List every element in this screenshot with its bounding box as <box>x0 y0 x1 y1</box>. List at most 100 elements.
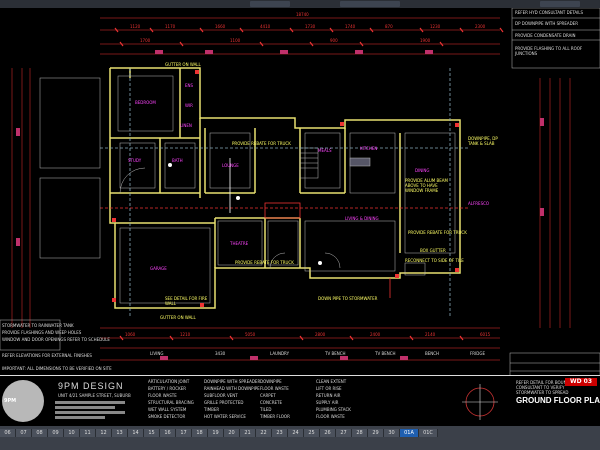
legend-item: SMOKE DETECTOR <box>148 414 186 419</box>
annotation-note: PROVIDE ALUM BEAM ABOVE TO HAVE WINDOW F… <box>405 178 448 193</box>
legend-item: BATTERY / ROCKER <box>148 386 187 391</box>
layout-tab[interactable]: 24 <box>288 429 304 437</box>
dimension-label: 1060 <box>125 332 136 337</box>
layout-tab-active[interactable]: 01A <box>400 429 419 437</box>
legend-item: SUPPLY AIR <box>316 400 339 405</box>
layout-tab[interactable]: 07 <box>16 429 32 437</box>
room-label-lounge: LOUNGE <box>222 163 239 168</box>
layout-tab[interactable]: 01C <box>419 429 438 437</box>
layout-tab[interactable]: 21 <box>240 429 256 437</box>
annotation-note: GUTTER ON WALL <box>165 62 201 67</box>
layout-tab[interactable]: 06 <box>0 429 16 437</box>
north-arrow-icon <box>462 384 498 420</box>
legend-item: ARTICULATION JOINT <box>148 379 190 384</box>
layout-tab[interactable]: 26 <box>320 429 336 437</box>
layout-tab[interactable]: 13 <box>112 429 128 437</box>
dimension-label: 900 <box>330 38 338 43</box>
room-label-meals: MEALS <box>318 148 332 153</box>
layout-tab[interactable]: 22 <box>256 429 272 437</box>
room-label-ens: ENS <box>185 83 194 88</box>
dimension-label: 1700 <box>140 38 151 43</box>
annotation-note: DOWN PIPE TO STORMWATER <box>318 296 378 301</box>
room-label-alfresco: ALFRESCO <box>468 201 490 206</box>
annotation-note: DOWNPIPE, DP TANK & SLAB <box>468 136 498 146</box>
dimension-label: 1740 <box>345 24 356 29</box>
layout-tab[interactable]: 08 <box>32 429 48 437</box>
annotation-note: PROVIDE REBATE FOR TRUCK <box>232 141 291 146</box>
annotation-note: PROVIDE REBATE FOR TRUCK <box>235 260 294 265</box>
dimension-label: 1120 <box>130 24 141 29</box>
room-label-garage: GARAGE <box>150 266 167 271</box>
legend-item: PLUMBING STACK <box>316 407 351 412</box>
legend-item: TIMBER <box>204 407 220 412</box>
legend-item: CARPET <box>260 393 276 398</box>
room-label-bedroom: BEDROOM <box>135 100 156 105</box>
layout-tab[interactable]: 17 <box>176 429 192 437</box>
dimension-label: 1900 <box>420 38 431 43</box>
dimension-label: 1170 <box>165 24 176 29</box>
room-label-wir: WIR <box>185 103 193 108</box>
annotation-note: GUTTER ON WALL <box>160 315 196 320</box>
side-note: REFER ELEVATIONS FOR EXTERNAL FINISHES <box>2 353 92 358</box>
overall-dimension: 18740 <box>296 12 309 17</box>
annotation-note: RECONNECT TO SIDE OF TILE <box>405 258 464 263</box>
layout-tab[interactable]: 16 <box>160 429 176 437</box>
annotation-note: BOX GUTTER <box>420 248 446 253</box>
room-label-study: STUDY <box>128 158 142 163</box>
sheet-title: GROUND FLOOR PLAN <box>516 396 600 405</box>
right-note: PROVIDE CONDENSATE DRAIN <box>515 33 576 38</box>
dimension-label: 6015 <box>480 332 491 337</box>
layout-tab[interactable]: 20 <box>224 429 240 437</box>
layout-tab[interactable]: 28 <box>352 429 368 437</box>
layout-tab[interactable]: 09 <box>48 429 64 437</box>
title-block: 9PM 9PM DESIGN UNIT 4/21 SAMPLE STREET, … <box>0 375 600 427</box>
room-label-kitchen: KITCHEN <box>360 146 378 151</box>
legend-item: CLEAN EXTENT <box>316 379 347 384</box>
annotation-note: PROVIDE REBATE FOR TRUCK <box>408 230 467 235</box>
dimension-label: 1230 <box>430 24 441 29</box>
right-note: DP DOWNPIPE WITH SPREADER <box>515 21 578 26</box>
layout-tab[interactable]: 23 <box>272 429 288 437</box>
dimension-label: 1660 <box>215 24 226 29</box>
file-tab[interactable] <box>540 1 580 7</box>
side-note: PROVIDE FLASHINGS AND WEEP HOLES <box>2 330 82 335</box>
layout-tab[interactable]: 14 <box>128 429 144 437</box>
room-label-theatre: THEATRE <box>230 241 249 246</box>
layout-tab[interactable]: 25 <box>304 429 320 437</box>
file-tab[interactable] <box>250 1 290 7</box>
legend-item: HOT WATER SERVICE <box>204 414 246 419</box>
layout-tab[interactable]: 19 <box>208 429 224 437</box>
layout-tab[interactable]: 18 <box>192 429 208 437</box>
legend-item: TILED <box>260 407 272 412</box>
legend-item: RETURN AIR <box>316 393 341 398</box>
layout-tab-bar: 06 07 08 09 10 11 12 13 14 15 16 17 18 1… <box>0 426 600 450</box>
bottom-label: LIVING <box>150 351 164 356</box>
legend-item: LIFT OR RISE <box>316 386 342 391</box>
title-note: STORMWATER TO SPREAD <box>516 390 569 395</box>
legend-item: STRUCTURAL BRACING <box>148 400 194 405</box>
file-tab[interactable] <box>340 1 400 7</box>
brand-name: 9PM DESIGN <box>58 381 124 391</box>
legend-item: CONCRETE <box>260 400 283 405</box>
layout-tab[interactable]: 29 <box>368 429 384 437</box>
legend-item: RAINHEAD WITH DOWNPIPE <box>204 386 260 391</box>
dimension-label: 4410 <box>260 24 271 29</box>
company-address: UNIT 4/21 SAMPLE STREET, SUBURB <box>58 393 131 398</box>
dimension-label: 1100 <box>230 38 241 43</box>
bottom-label: TV BENCH <box>375 351 396 356</box>
bottom-label: TV BENCH <box>325 351 346 356</box>
legend-item: WET WALL SYSTEM <box>148 407 187 412</box>
dimension-label: 870 <box>385 24 393 29</box>
layout-tab[interactable]: 10 <box>64 429 80 437</box>
layout-tab[interactable]: 15 <box>144 429 160 437</box>
dimension-label: 2400 <box>370 332 381 337</box>
dimension-label: 2140 <box>425 332 436 337</box>
annotation-note: SEE DETAIL FOR FIRE WALL <box>165 296 208 306</box>
drawing-canvas[interactable]: 18740 1120 1170 1660 4410 1730 1740 870 … <box>0 8 600 426</box>
layout-tab[interactable]: 12 <box>96 429 112 437</box>
layout-tab[interactable]: 30 <box>384 429 400 437</box>
sheet-number: WD 03 <box>565 378 597 386</box>
layout-tab[interactable]: 11 <box>80 429 96 437</box>
bottom-label: LAUNDRY <box>270 351 290 356</box>
layout-tab[interactable]: 27 <box>336 429 352 437</box>
